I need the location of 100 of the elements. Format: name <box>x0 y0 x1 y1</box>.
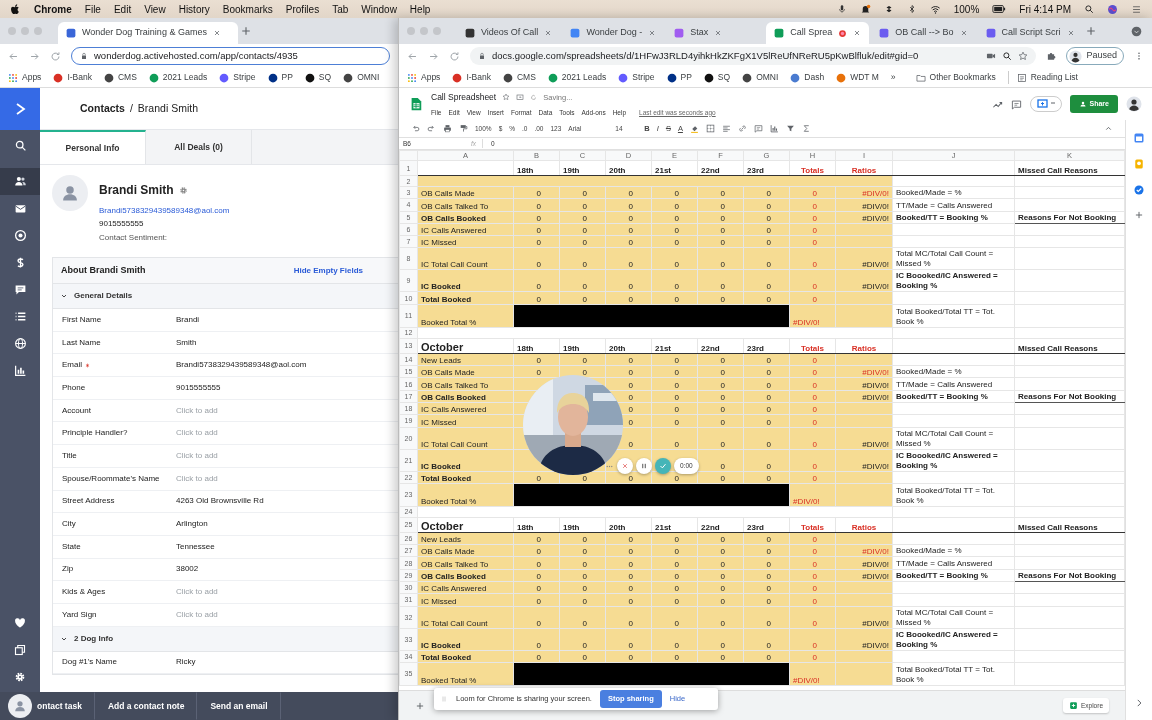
address-bar[interactable]: wonderdog.activehosted.com/app/contacts/4935 <box>71 47 390 65</box>
field-value[interactable]: Ricky <box>176 656 196 669</box>
close-icon[interactable] <box>714 29 723 37</box>
redo-icon[interactable] <box>427 124 436 133</box>
paint-format-icon[interactable] <box>459 124 468 133</box>
forward-icon[interactable] <box>428 50 439 62</box>
bookmark[interactable]: Apps <box>407 71 441 84</box>
bookmark[interactable]: OMNI <box>343 71 380 84</box>
bookmark[interactable]: 2021 Leads <box>148 71 208 84</box>
bell-icon[interactable] <box>859 3 871 15</box>
close-icon[interactable] <box>1066 29 1075 37</box>
bookmark-star-icon[interactable] <box>1018 51 1029 61</box>
breadcrumb-link[interactable]: Contacts <box>80 100 125 117</box>
field-value[interactable]: Brandi <box>176 313 200 326</box>
menu-item[interactable]: View <box>144 1 166 17</box>
camera-icon[interactable] <box>986 51 997 61</box>
browser-tab[interactable]: Stax <box>666 22 765 44</box>
bookmark[interactable]: I-Bank <box>53 71 92 84</box>
comment-icon[interactable] <box>1010 98 1022 110</box>
print-icon[interactable] <box>443 124 452 133</box>
reading-list[interactable]: Reading List <box>1007 71 1078 84</box>
tab[interactable]: All Deals (0) <box>146 130 252 164</box>
menu-item[interactable]: Bookmarks <box>222 1 273 17</box>
mail-icon[interactable] <box>13 202 27 215</box>
browser-tab[interactable]: Wonder Dog - <box>562 22 665 44</box>
battery-icon[interactable] <box>992 2 1007 16</box>
hide-empty-fields-link[interactable]: Hide Empty Fields <box>293 264 363 277</box>
functions-icon[interactable] <box>801 124 811 133</box>
menu-item[interactable]: History <box>178 1 210 17</box>
add-sheet-icon[interactable] <box>415 700 425 711</box>
chart-icon[interactable] <box>769 124 779 133</box>
browser-tab[interactable]: OB Call --> Bo <box>871 22 976 44</box>
back-icon[interactable] <box>8 50 19 62</box>
new-tab-icon[interactable] <box>1084 25 1097 37</box>
close-icon[interactable] <box>959 29 968 37</box>
close-icon[interactable] <box>544 29 553 37</box>
bookmark[interactable]: SQ <box>703 71 731 84</box>
field-value[interactable]: 4263 Old Brownsville Rd <box>176 495 264 508</box>
app-menu[interactable]: Chrome <box>34 1 72 17</box>
field-value[interactable]: Smith <box>176 336 197 349</box>
search-icon[interactable] <box>13 138 27 152</box>
undo-icon[interactable] <box>411 124 420 133</box>
bookmark[interactable]: 2021 Leads <box>547 71 607 84</box>
menu-item[interactable]: File <box>84 1 101 17</box>
windows-icon[interactable] <box>14 643 26 656</box>
globe-icon[interactable] <box>13 337 27 350</box>
tab[interactable]: Personal Info <box>40 130 146 164</box>
section-header[interactable]: General Details <box>53 284 398 309</box>
settings-icon[interactable] <box>178 185 188 195</box>
field-value[interactable]: 38002 <box>176 563 199 576</box>
browser-tab[interactable]: Videos Of Call <box>457 22 561 44</box>
contacts-icon[interactable] <box>13 175 27 188</box>
bookmark[interactable]: OMNI <box>742 71 779 84</box>
bookmark[interactable]: Apps <box>8 71 42 84</box>
microphone-icon[interactable] <box>836 4 847 14</box>
menu-item[interactable]: Tab <box>332 1 349 17</box>
bookmark[interactable]: PP <box>267 71 293 84</box>
menu-item[interactable]: Help <box>409 1 431 17</box>
reload-icon[interactable] <box>449 50 460 62</box>
filter-icon[interactable] <box>785 124 795 133</box>
bookmark[interactable]: Stripe <box>618 71 655 84</box>
field-value[interactable]: 9015555555 <box>176 381 221 394</box>
bookmark[interactable]: I-Bank <box>452 71 491 84</box>
align-icon[interactable] <box>721 124 731 133</box>
wifi-icon[interactable] <box>929 3 941 15</box>
user-avatar[interactable] <box>8 694 32 718</box>
browser-tab[interactable]: Call Script Scri <box>977 22 1083 44</box>
profile-menu-icon[interactable] <box>1131 25 1142 37</box>
bookmark[interactable]: Dash <box>790 71 825 84</box>
siri-icon[interactable] <box>1107 3 1118 15</box>
browser-tab[interactable]: Wonder Dog Training & Games <box>58 22 238 44</box>
forward-icon[interactable] <box>29 50 40 62</box>
field-value[interactable]: Brandi5738329439589348@aol.com <box>176 359 307 372</box>
add-icon[interactable] <box>1134 210 1144 220</box>
calendar-icon[interactable] <box>1133 132 1145 144</box>
bar-chart-icon[interactable] <box>13 364 27 377</box>
bookmark[interactable]: CMS <box>502 71 536 84</box>
expand-icon[interactable] <box>1134 698 1144 708</box>
bookmark[interactable]: SQ <box>304 71 332 84</box>
tasks-icon[interactable] <box>1133 184 1145 196</box>
bookmark[interactable]: Stripe <box>219 71 256 84</box>
menu-item[interactable]: Window <box>361 1 397 17</box>
reload-icon[interactable] <box>50 50 61 62</box>
chat-icon[interactable] <box>13 283 27 296</box>
more-bookmarks[interactable]: » <box>890 71 896 84</box>
target-icon[interactable] <box>13 229 27 242</box>
clock[interactable]: Fri 4:14 PM <box>1019 1 1071 17</box>
present-button[interactable] <box>1029 96 1062 112</box>
link-icon[interactable] <box>737 124 747 133</box>
field-value[interactable]: Tennessee <box>176 540 215 553</box>
account-avatar[interactable] <box>1126 96 1142 112</box>
heart-icon[interactable] <box>14 616 26 629</box>
apple-icon[interactable] <box>10 3 21 15</box>
action-button[interactable]: Add a contact note <box>94 692 198 720</box>
field-value[interactable]: Arlington <box>176 518 208 531</box>
borders-icon[interactable] <box>705 124 715 133</box>
search-icon[interactable] <box>1084 4 1094 14</box>
extensions-icon[interactable] <box>1046 51 1057 61</box>
keep-icon[interactable] <box>1133 158 1145 170</box>
bookmark[interactable]: CMS <box>103 71 137 84</box>
